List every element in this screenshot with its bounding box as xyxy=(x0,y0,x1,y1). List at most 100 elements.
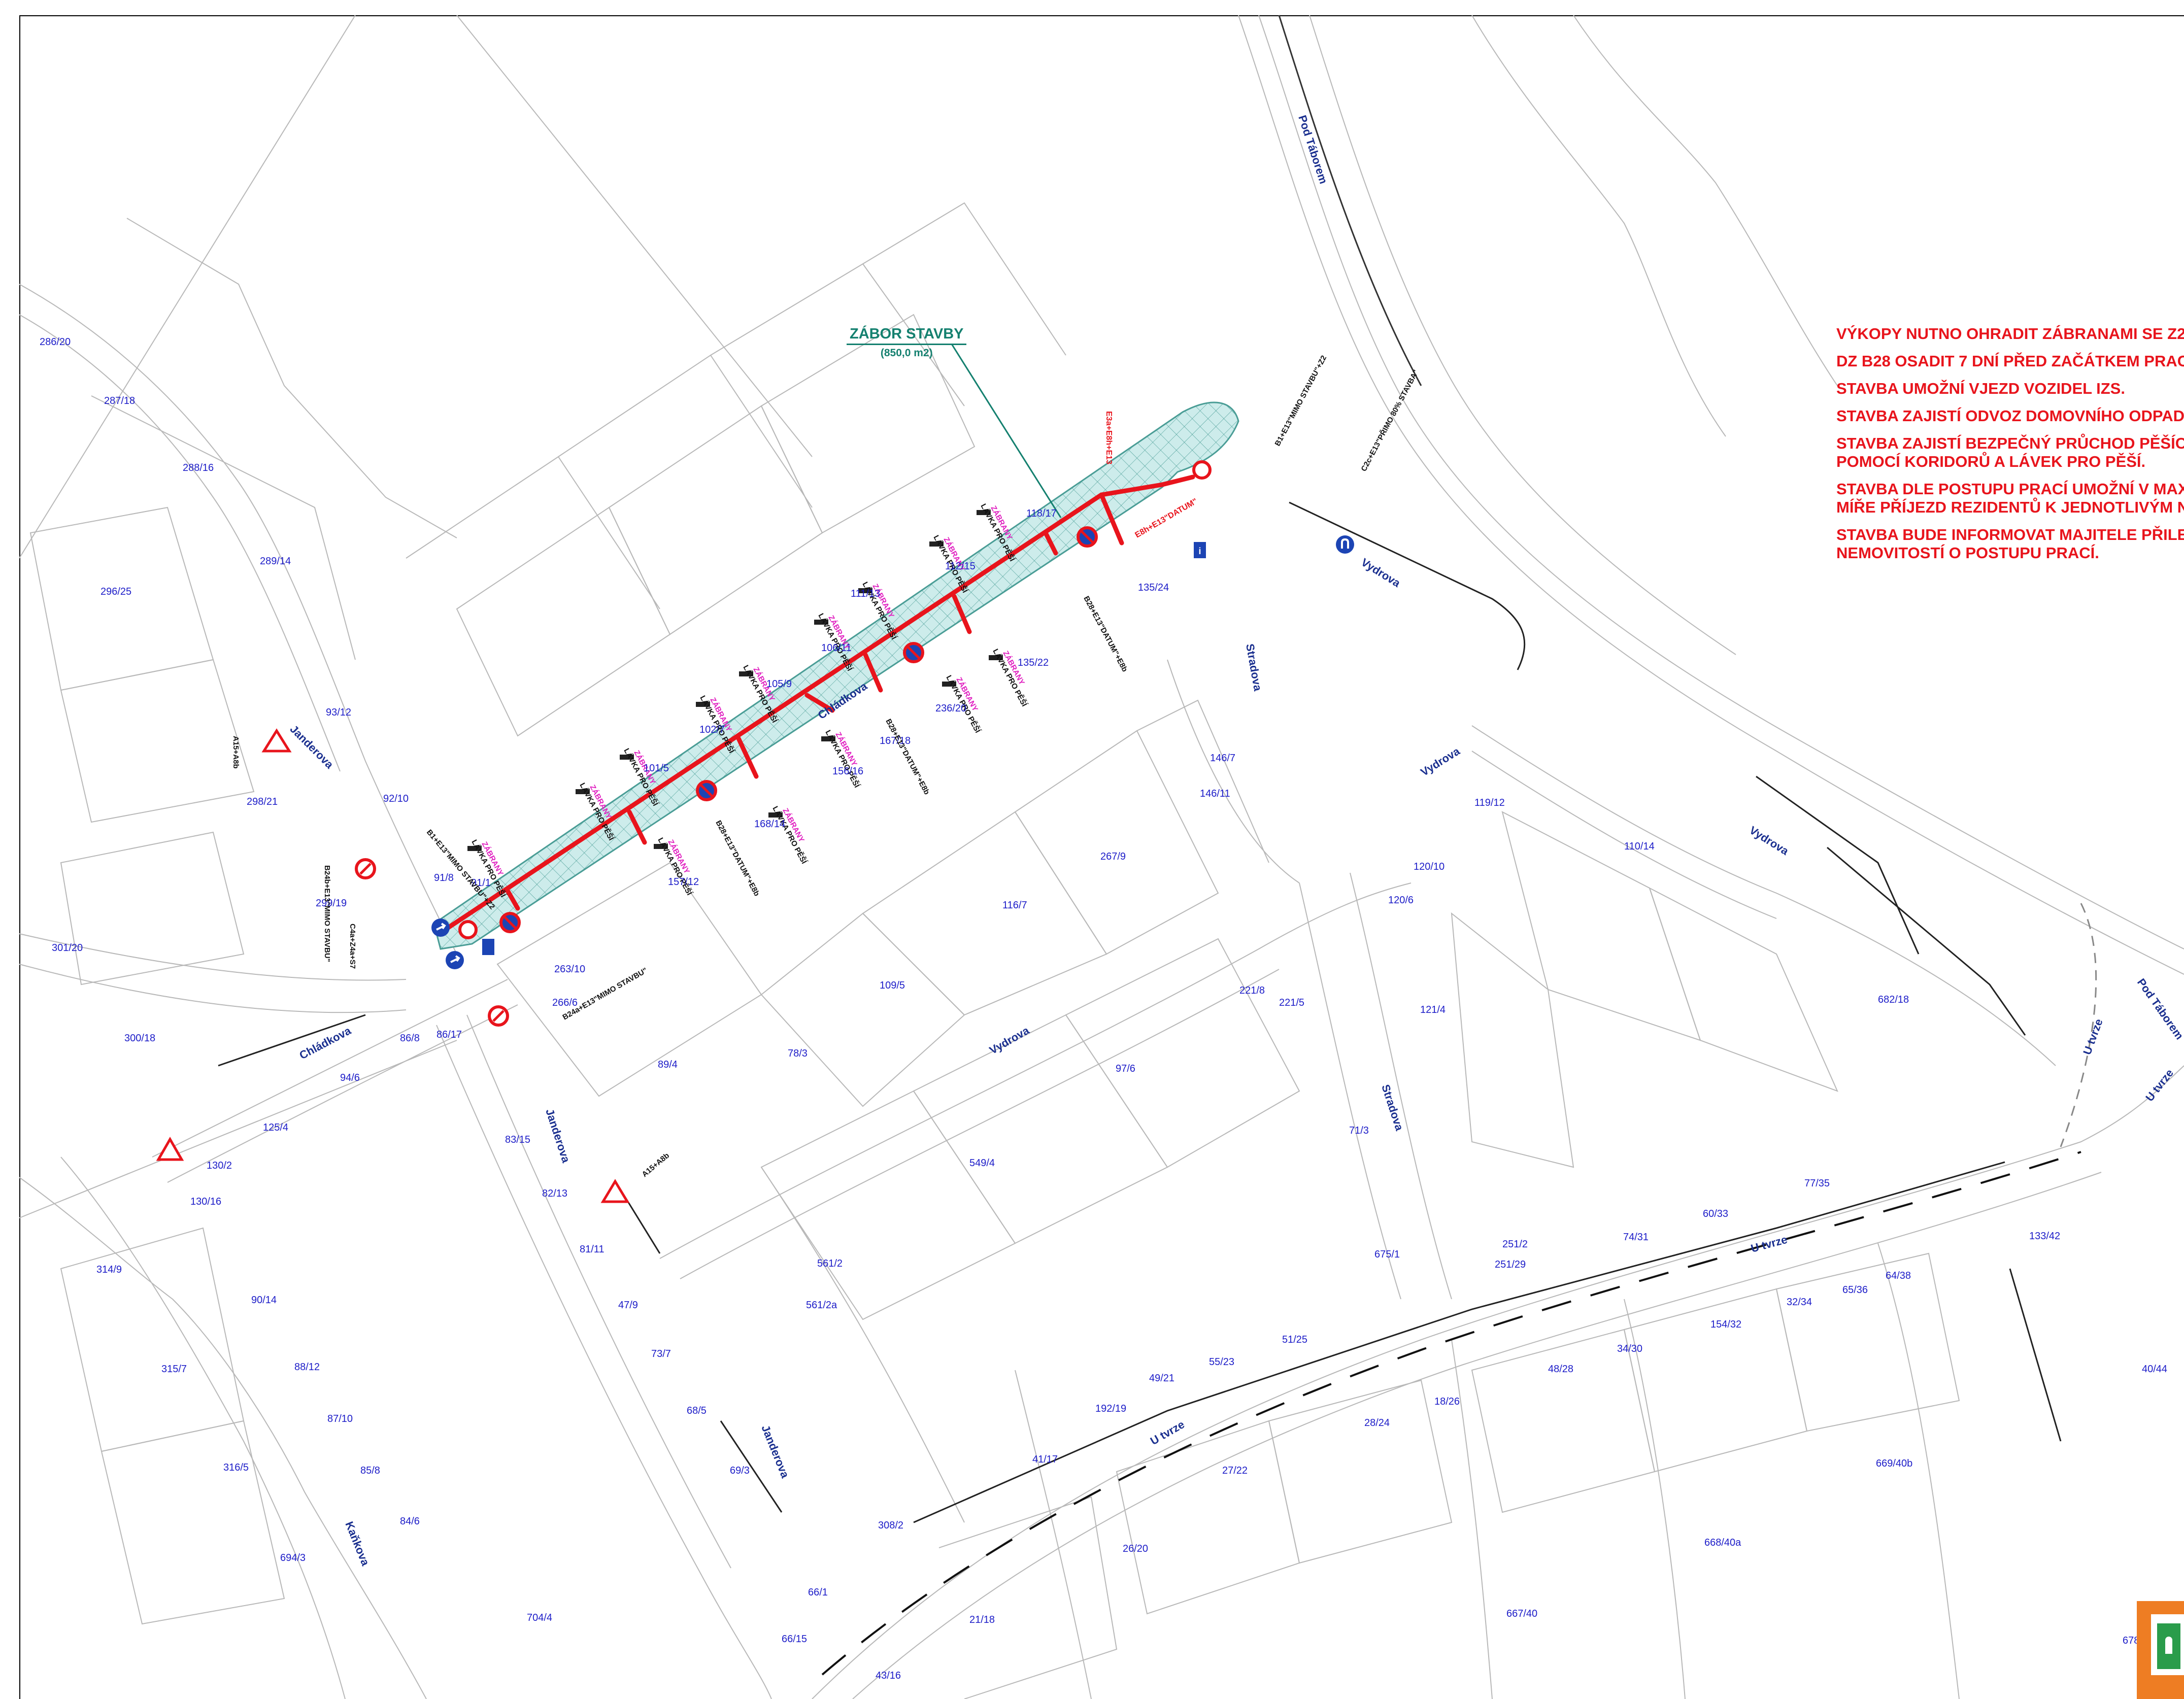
parcel-label: 64/38 xyxy=(1886,1270,1911,1281)
parcel-label: 168/14 xyxy=(754,819,785,830)
parcel-label: 21/18 xyxy=(969,1614,995,1625)
parcel-label: 48/28 xyxy=(1548,1364,1573,1375)
sign-label: B24b+E13"MIMO STAVBU" xyxy=(323,865,331,962)
parcel-label: 221/5 xyxy=(1279,997,1304,1008)
note-4: STAVBA ZAJISTÍ ODVOZ DOMOVNÍHO ODPADU. xyxy=(1836,407,2184,425)
warning-triangle-icon xyxy=(261,728,292,753)
note-7a: STAVBA BUDE INFORMOVAT MAJITELE PŘILEHLÝ… xyxy=(1836,526,2184,543)
note-2: DZ B28 OSADIT 7 DNÍ PŘED ZAČÁTKEM PRACÍ. xyxy=(1836,352,2184,370)
note-7b: NEMOVITOSTÍ O POSTUPU PRACÍ. xyxy=(1836,544,2099,562)
no-parking-signs: i xyxy=(355,460,1354,1027)
no-parking-icon xyxy=(696,780,717,801)
parcel-label: 267/9 xyxy=(1100,851,1126,862)
parcel-label: 87/10 xyxy=(327,1413,353,1424)
street-label: Janderova xyxy=(543,1107,573,1165)
parcel-label: 34/30 xyxy=(1617,1343,1642,1354)
parcel-label: 119/12 xyxy=(1474,797,1505,808)
parcel-label: 101/5 xyxy=(644,763,669,774)
zabor-area: (850,0 m2) xyxy=(880,347,933,359)
tower-window xyxy=(2165,1637,2172,1654)
street-label: Pod Táborem xyxy=(1296,114,1330,185)
parcel-label: 65/36 xyxy=(1842,1284,1868,1296)
parcel-label: 263/10 xyxy=(554,964,585,975)
parcel-label: 111/13 xyxy=(851,588,880,599)
parcel-label: 66/1 xyxy=(808,1587,828,1598)
parcel-label: 83/15 xyxy=(505,1134,530,1145)
parcel-label: 146/11 xyxy=(1200,788,1230,799)
parcel-label: 89/4 xyxy=(658,1059,678,1070)
parcel-label: 561/2 xyxy=(817,1258,843,1269)
street-label: Vydrova xyxy=(1747,824,1791,858)
parcel-label: 236/20 xyxy=(935,703,966,714)
zabor-title: ZÁBOR STAVBY xyxy=(847,326,967,345)
street-label: Vydrova xyxy=(987,1024,1032,1057)
parcel-label: 78/3 xyxy=(788,1048,808,1059)
parcel-label: 88/12 xyxy=(294,1362,320,1373)
parcel-label: 81/11 xyxy=(580,1244,604,1255)
pedestrian-bridge: LÁVKA PRO PĚŠÍZÁBRANY xyxy=(768,804,809,866)
sign-label: E8h+E13"DATUM" xyxy=(1134,497,1199,539)
note-5b: POMOCÍ KORIDORŮ A LÁVEK PRO PĚŠÍ. xyxy=(1836,453,2146,470)
no-turn-icon xyxy=(355,858,376,879)
parcel-label: 110/14 xyxy=(1624,841,1655,852)
street-label: Kaňkova xyxy=(343,1520,372,1568)
parcel-label: 156/16 xyxy=(832,766,863,777)
parcel-label: 68/5 xyxy=(687,1405,707,1416)
street-label: U tvrze xyxy=(1750,1233,1789,1255)
parcel-label: 60/33 xyxy=(1703,1208,1728,1219)
parcel-label: 55/23 xyxy=(1209,1356,1234,1368)
parcel-label: 146/7 xyxy=(1210,753,1235,764)
parcel-label: 82/13 xyxy=(542,1188,567,1199)
sign-label: B28+E13"DATUM"+E8b xyxy=(1082,595,1129,673)
street-label: Stradova xyxy=(1379,1083,1406,1133)
parcel-label: 154/32 xyxy=(1710,1319,1741,1330)
sign-label: B28+E13"DATUM"+E8b xyxy=(884,718,931,796)
parcel-label: 251/2 xyxy=(1502,1239,1528,1250)
parcel-label: 41/17 xyxy=(1032,1454,1058,1465)
parcel-label: 157/12 xyxy=(668,876,699,888)
parcel-label: 682/18 xyxy=(1878,994,1909,1005)
parcel-label: 93/12 xyxy=(326,707,351,718)
note-6a: STAVBA DLE POSTUPU PRACÍ UMOŽNÍ V MAXIMÁ… xyxy=(1836,480,2184,498)
parcel-label: 192/19 xyxy=(1095,1403,1126,1414)
parcel-label: 109/5 xyxy=(880,980,905,991)
street-label: U tvrze xyxy=(1148,1418,1187,1447)
parcel-label: 300/18 xyxy=(124,1033,155,1044)
parcel-label: 120/6 xyxy=(1388,895,1414,906)
parcel-label: 308/2 xyxy=(878,1520,903,1531)
parcel-label: 47/9 xyxy=(618,1300,638,1311)
parcel-label: 86/8 xyxy=(400,1033,420,1044)
parcel-label: 135/22 xyxy=(1018,657,1049,668)
svg-text:i: i xyxy=(1198,546,1201,556)
parcel-label: 289/14 xyxy=(260,556,291,567)
info-sign-icon xyxy=(1336,535,1354,554)
parcel-label: 97/6 xyxy=(1116,1063,1135,1074)
street-label: Pod Táborem xyxy=(2135,976,2184,1042)
parcel-label: 286/20 xyxy=(40,336,71,348)
parcel-label: 85/8 xyxy=(360,1465,380,1476)
pedestrian-bridge: LÁVKA PRO PĚŠÍZÁBRANY xyxy=(989,647,1029,708)
parcel-label: 27/22 xyxy=(1222,1465,1248,1476)
parcel-label: 298/21 xyxy=(247,796,278,807)
street-label: U tvrze xyxy=(2080,1017,2105,1056)
parcel-label: 26/20 xyxy=(1123,1543,1148,1554)
sign-label: B1+E13"MIMO STAVBU"+Z2 xyxy=(1273,354,1329,448)
parcel-label: 130/2 xyxy=(207,1160,232,1171)
direction-sign-icon xyxy=(431,919,450,937)
road-dashes xyxy=(821,903,2097,1676)
street-label: Janderova xyxy=(287,723,336,771)
sign-labels: B1+E13"MIMO STAVBU"+Z2 B28+E13"DATUM"+E8b… xyxy=(231,354,1421,1179)
site-plan-map[interactable]: i LÁVKA PRO PĚŠÍZÁBRANY LÁVKA PRO PĚŠÍZÁB… xyxy=(0,0,2184,1699)
parcel-label: 90/14 xyxy=(251,1295,277,1306)
warning-triangle-icon xyxy=(156,1136,184,1161)
parcel-label: 43/16 xyxy=(876,1670,901,1681)
parcel-label: 106/11 xyxy=(821,642,852,654)
parcel-label: 77/35 xyxy=(1804,1178,1830,1189)
parcel-label: 316/5 xyxy=(223,1462,249,1473)
parcel-label: 549/4 xyxy=(969,1158,995,1169)
parcel-label: 86/17 xyxy=(436,1029,462,1040)
sign-label: C4a+Z4a+S7 xyxy=(348,924,357,969)
zabor-callout: ZÁBOR STAVBY (850,0 m2) xyxy=(847,326,967,359)
parcel-label: 668/40a xyxy=(1704,1537,1741,1548)
pedestrian-bridge: LÁVKA PRO PĚŠÍZÁBRANY xyxy=(821,728,862,790)
